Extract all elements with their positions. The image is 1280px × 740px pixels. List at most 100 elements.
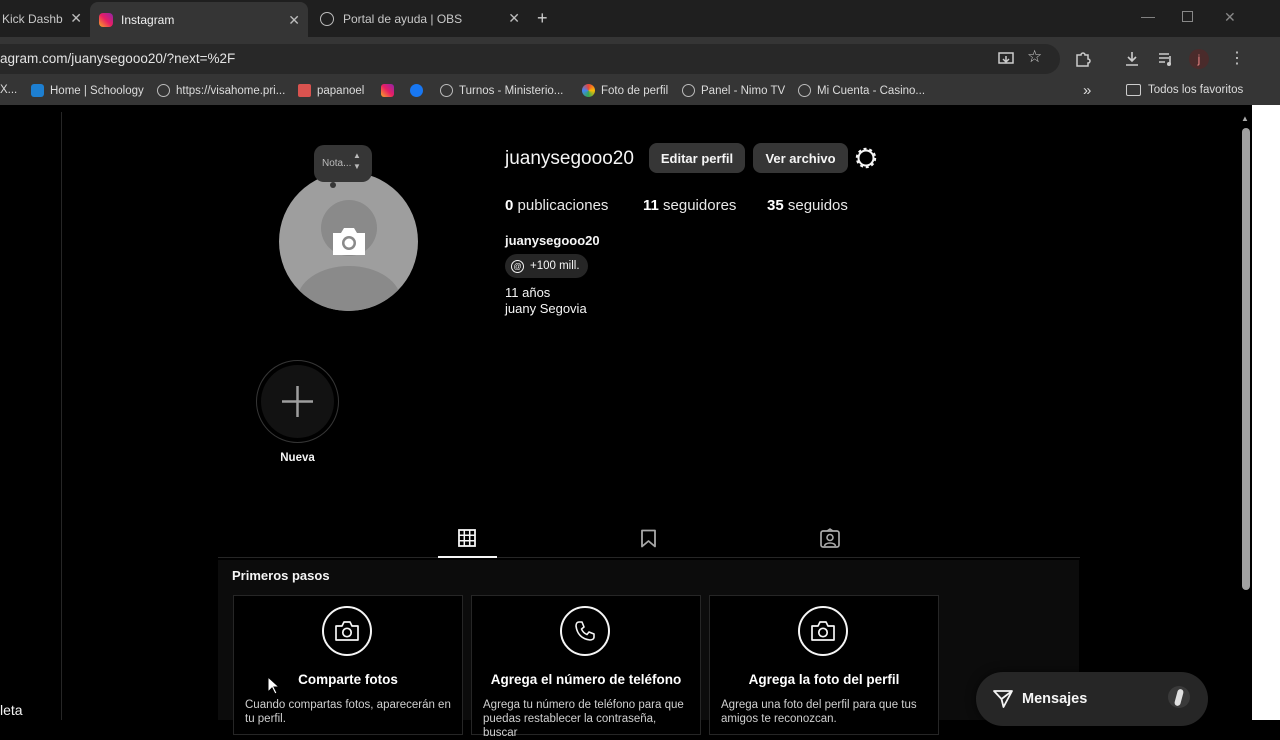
- card-title: Agrega el número de teléfono: [490, 672, 682, 687]
- bookmark-papanoel[interactable]: papanoel: [298, 84, 364, 97]
- restore-icon[interactable]: [1182, 11, 1193, 22]
- bookmark-label: Home | Schoology: [50, 84, 144, 97]
- close-icon[interactable]: ✕: [70, 10, 82, 27]
- tabs-divider: [218, 557, 1080, 558]
- followers-count[interactable]: 11 seguidores: [643, 197, 736, 214]
- bookmark-label: Turnos - Ministerio...: [459, 84, 564, 97]
- saved-tab-icon[interactable]: [640, 529, 657, 548]
- mouse-cursor-icon: [267, 676, 281, 695]
- card-description: Cuando compartas fotos, aparecerán en tu…: [245, 699, 451, 725]
- display-name: juanysegooo20: [505, 233, 600, 248]
- bio-line-1: 11 años: [505, 285, 551, 300]
- santa-icon: [298, 84, 311, 97]
- globe-icon: [320, 11, 334, 26]
- sidebar-divider: [61, 112, 62, 720]
- bookmark-casino[interactable]: Mi Cuenta - Casino...: [798, 84, 925, 97]
- phone-circle: [560, 606, 610, 656]
- bookmarks-overflow-icon[interactable]: »: [1083, 82, 1091, 99]
- note-bubble[interactable]: Nota... ▲ ▼: [314, 145, 372, 182]
- star-icon[interactable]: ☆: [1027, 47, 1042, 67]
- messages-button[interactable]: Mensajes: [976, 672, 1208, 726]
- bio-line-2: juany Segovia: [505, 301, 587, 316]
- globe-icon: [157, 84, 170, 97]
- note-dot: [330, 182, 336, 188]
- username: juanysegooo20: [505, 148, 634, 169]
- media-control-icon[interactable]: [1157, 50, 1175, 68]
- new-highlight-button[interactable]: [256, 360, 339, 443]
- plus-icon: [282, 386, 313, 417]
- new-tab-button[interactable]: +: [537, 8, 548, 29]
- window-close-icon[interactable]: ✕: [1224, 9, 1236, 26]
- messages-label: Mensajes: [1022, 691, 1088, 707]
- bookmark-item[interactable]: X...: [0, 84, 17, 96]
- bookmark-label: Panel - Nimo TV: [701, 84, 786, 97]
- bookmark-turnos[interactable]: Turnos - Ministerio...: [440, 84, 563, 97]
- card-add-phone[interactable]: Agrega el número de teléfono Agrega tu n…: [471, 595, 701, 739]
- bookmark-facebook[interactable]: [410, 84, 429, 97]
- bookmark-label: Todos los favoritos: [1148, 84, 1244, 96]
- bookmark-label: X...: [0, 84, 18, 96]
- bookmark-foto-perfil[interactable]: Foto de perfil: [582, 84, 668, 97]
- posts-count: 0 publicaciones: [505, 197, 609, 214]
- tab-label: Instagram: [121, 12, 175, 27]
- photos-icon: [582, 84, 595, 97]
- close-icon[interactable]: ✕: [288, 12, 300, 29]
- profile-picture[interactable]: [279, 172, 418, 311]
- bookmark-label: Mi Cuenta - Casino...: [817, 84, 926, 97]
- globe-icon: [798, 84, 811, 97]
- tab-label: Kick Dashb: [2, 11, 63, 26]
- card-add-profile-photo[interactable]: Agrega la foto del perfil Agrega una fot…: [709, 595, 939, 735]
- scrollbar-thumb[interactable]: [1242, 128, 1250, 590]
- active-tab-indicator: [438, 556, 497, 558]
- threads-icon: @: [511, 259, 524, 273]
- grid-tab-icon[interactable]: [458, 529, 476, 547]
- download-icon[interactable]: [1123, 50, 1141, 68]
- globe-icon: [440, 84, 453, 97]
- bookmark-label: papanoel: [317, 84, 365, 97]
- contact-avatar: [1168, 686, 1190, 708]
- card-description: Agrega una foto del perfil para que tus …: [721, 699, 917, 725]
- address-bar[interactable]: agram.com/juanysegooo20/?next=%2F ☆: [0, 44, 1060, 74]
- close-icon[interactable]: ✕: [508, 10, 520, 27]
- schoology-icon: [31, 84, 44, 97]
- camera-circle: [798, 606, 848, 656]
- note-placeholder: Nota...: [322, 158, 352, 169]
- scroll-up-icon[interactable]: ▲: [1241, 114, 1249, 123]
- bookmark-schoology[interactable]: Home | Schoology: [31, 84, 144, 97]
- note-arrows-icon: ▲ ▼: [353, 151, 361, 171]
- sidebar-more-label[interactable]: leta: [0, 702, 23, 718]
- direct-message-icon: [993, 690, 1013, 708]
- minimize-icon[interactable]: —: [1141, 8, 1155, 24]
- folder-icon: [1126, 84, 1141, 96]
- camera-icon: [335, 621, 359, 641]
- edit-profile-button[interactable]: Editar perfil: [649, 143, 745, 173]
- install-app-icon[interactable]: [998, 51, 1014, 67]
- tab-kick[interactable]: Kick Dashb ✕: [0, 0, 90, 37]
- getting-started-title: Primeros pasos: [232, 568, 330, 583]
- bookmark-visahome[interactable]: https://visahome.pri...: [157, 84, 285, 97]
- view-archive-button[interactable]: Ver archivo: [753, 143, 848, 173]
- phone-icon: [575, 621, 595, 641]
- new-highlight-label: Nueva: [280, 452, 315, 464]
- bookmark-label: Foto de perfil: [601, 84, 669, 97]
- card-description: Agrega tu número de teléfono para que pu…: [483, 699, 684, 739]
- threads-badge[interactable]: @ +100 mill.: [505, 254, 588, 278]
- bookmark-nimo[interactable]: Panel - Nimo TV: [682, 84, 785, 97]
- card-share-photos[interactable]: Comparte fotos Cuando compartas fotos, a…: [233, 595, 463, 735]
- menu-icon[interactable]: ⋮: [1229, 48, 1245, 68]
- camera-icon: [811, 621, 835, 641]
- profile-avatar[interactable]: j: [1189, 49, 1209, 69]
- all-bookmarks[interactable]: Todos los favoritos: [1126, 84, 1243, 96]
- bookmark-instagram[interactable]: [381, 84, 400, 97]
- tab-instagram[interactable]: Instagram ✕: [90, 2, 308, 37]
- tagged-tab-icon[interactable]: [820, 528, 840, 548]
- tab-label: Portal de ayuda | OBS: [343, 11, 463, 26]
- following-count[interactable]: 35 seguidos: [767, 197, 848, 214]
- extensions-icon[interactable]: [1074, 50, 1092, 68]
- card-title: Agrega la foto del perfil: [748, 672, 900, 687]
- instagram-icon: [99, 12, 113, 27]
- tab-obs[interactable]: Portal de ayuda | OBS ✕: [310, 0, 528, 37]
- bookmark-label: https://visahome.pri...: [176, 84, 286, 97]
- camera-icon: [333, 228, 365, 255]
- settings-gear-icon[interactable]: [855, 147, 877, 169]
